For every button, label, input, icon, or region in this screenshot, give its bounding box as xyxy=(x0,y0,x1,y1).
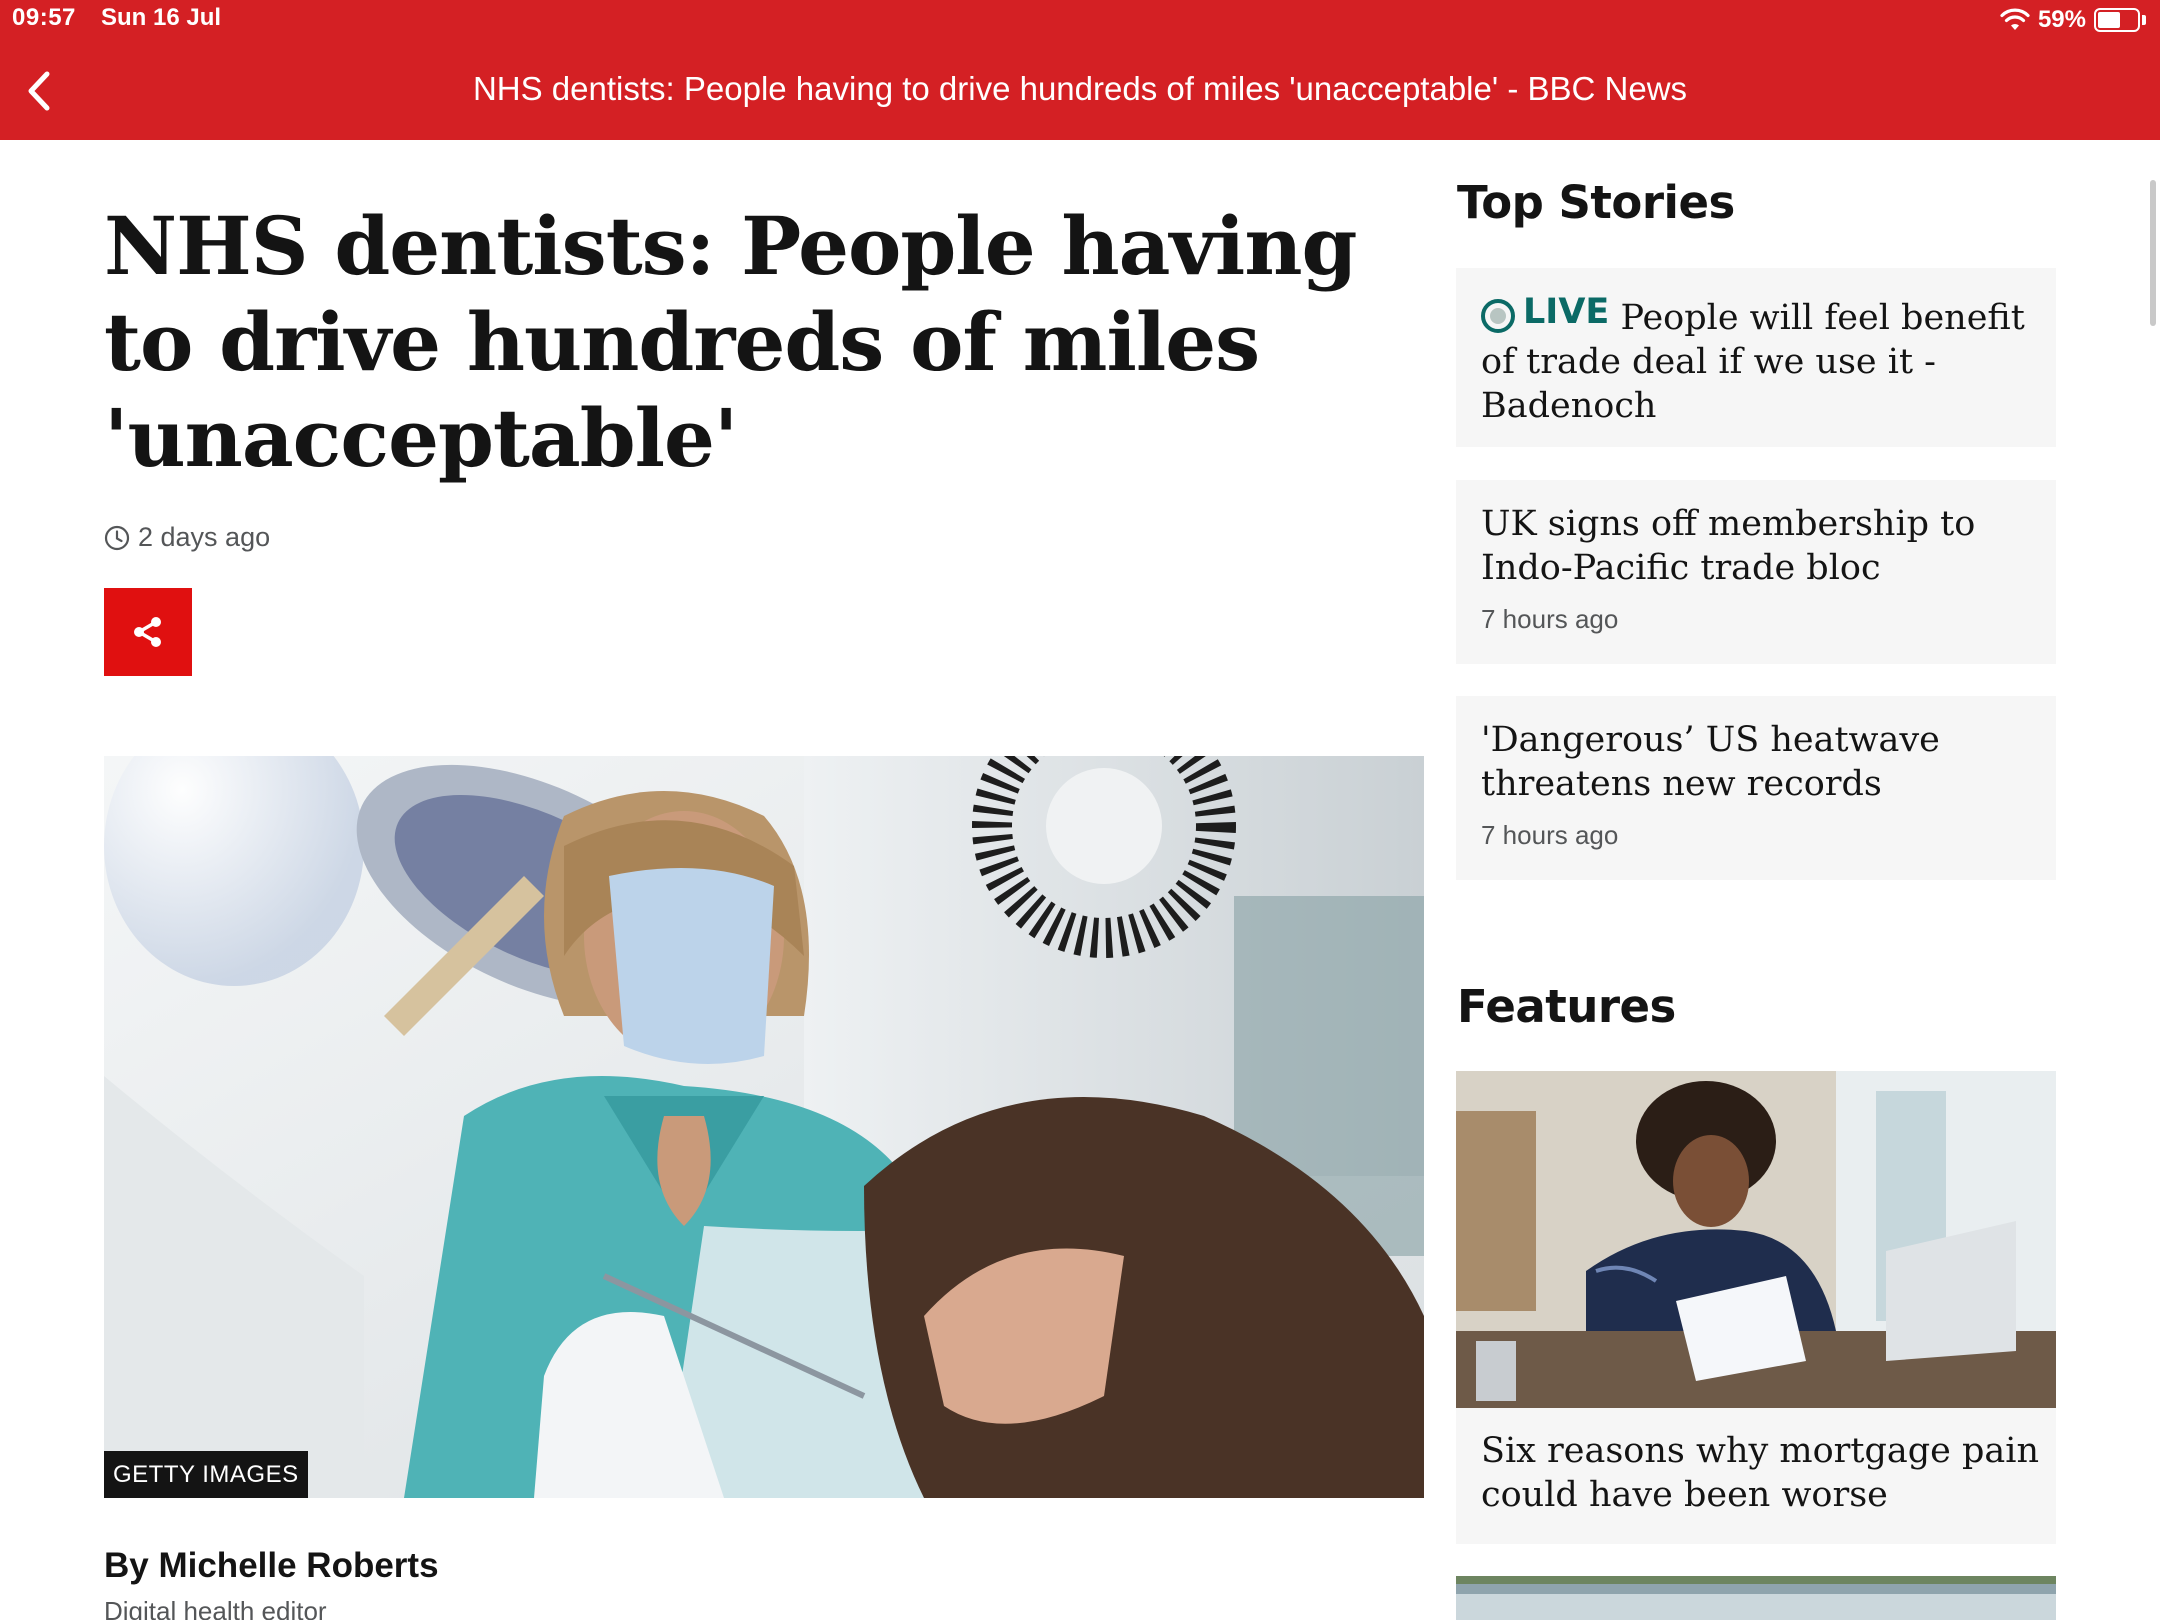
article-headline: NHS dentists: People having to drive hun… xyxy=(104,198,1404,486)
mortgage-feature-photo xyxy=(1456,1071,2056,1408)
status-date: Sun 16 Jul xyxy=(101,4,222,31)
top-stories-heading: Top Stories xyxy=(1457,176,1735,229)
author-byline[interactable]: By Michelle Roberts xyxy=(104,1546,439,1586)
clock-icon xyxy=(104,525,130,550)
scrollbar[interactable] xyxy=(2150,180,2156,326)
top-story-card-3[interactable]: 'Dangerous’ US heatwave threatens new re… xyxy=(1456,696,2056,880)
feature-image-partial xyxy=(1456,1576,2056,1620)
top-story-headline: 'Dangerous’ US heatwave threatens new re… xyxy=(1481,720,1940,804)
feature-card-2[interactable] xyxy=(1456,1576,2056,1620)
author-role: Digital health editor xyxy=(104,1596,327,1620)
top-story-time: 7 hours ago xyxy=(1481,604,1619,634)
share-icon xyxy=(134,617,161,647)
status-time: 09:57 xyxy=(12,4,76,31)
headline-line-2: to drive hundreds of miles xyxy=(104,295,1260,389)
top-story-title: LIVE People will feel benefit of trade d… xyxy=(1481,290,2031,428)
feature-image xyxy=(1456,1071,2056,1408)
article-timestamp: 2 days ago xyxy=(104,522,270,553)
wifi-icon xyxy=(2000,8,2030,30)
feature-card-1[interactable]: Six reasons why mortgage pain could have… xyxy=(1456,1071,2056,1544)
back-button[interactable] xyxy=(18,66,58,116)
live-badge: LIVE xyxy=(1481,290,1609,334)
page-title: NHS dentists: People having to drive hun… xyxy=(472,70,1688,107)
top-story-time: 7 hours ago xyxy=(1481,820,1619,850)
headline-line-3: 'unacceptable' xyxy=(104,391,738,485)
timestamp-text: 2 days ago xyxy=(138,522,271,552)
battery-icon xyxy=(2094,8,2140,32)
battery-fill xyxy=(2098,12,2120,28)
top-story-card-2[interactable]: UK signs off membership to Indo-Pacific … xyxy=(1456,480,2056,664)
hero-image: GETTY IMAGES xyxy=(104,756,1424,1498)
features-heading: Features xyxy=(1457,980,1676,1033)
image-credit: GETTY IMAGES xyxy=(104,1451,308,1498)
live-indicator-icon xyxy=(1481,299,1515,333)
chevron-left-icon xyxy=(28,71,50,111)
status-indicators: 59% xyxy=(2000,4,2146,36)
top-story-headline: UK signs off membership to Indo-Pacific … xyxy=(1481,504,1976,588)
battery-percent: 59% xyxy=(2037,6,2086,33)
live-label: LIVE xyxy=(1523,292,1610,332)
battery-nub xyxy=(2142,15,2146,25)
dentist-photo xyxy=(104,756,1424,1498)
feature-headline: Six reasons why mortgage pain could have… xyxy=(1481,1431,2039,1515)
top-story-card-1[interactable]: LIVE People will feel benefit of trade d… xyxy=(1456,268,2056,447)
headline-line-1: NHS dentists: People having xyxy=(104,199,1357,293)
share-button[interactable] xyxy=(104,588,192,676)
app-header: 09:57 Sun 16 Jul 59% NHS dentists: Peopl… xyxy=(0,0,2160,140)
